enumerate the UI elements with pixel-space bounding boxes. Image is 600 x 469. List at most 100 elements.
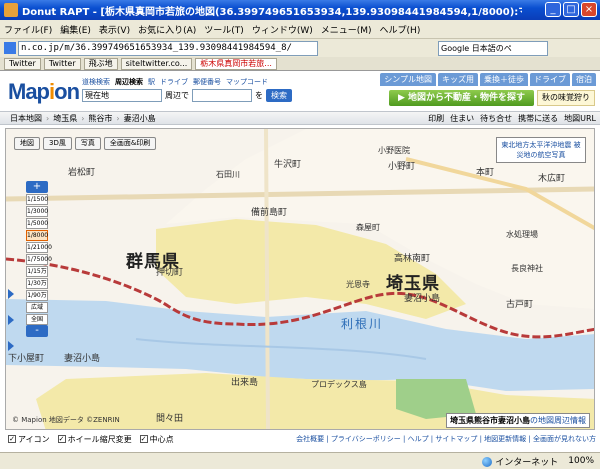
zoom-level[interactable]: 1/90万	[26, 290, 48, 301]
road-vertical	[264, 129, 270, 429]
menu-bar: ファイル(F) 編集(E) 表示(V) お気に入り(A) ツール(T) ウィンド…	[0, 20, 600, 39]
map-label-town: 出来島	[231, 378, 259, 388]
nav-tab-hotel[interactable]: 宿泊	[572, 73, 596, 86]
globe-icon	[482, 457, 493, 467]
wheel-scale-checkbox[interactable]: ✓ ホイール縮尺変更	[57, 434, 132, 445]
housing-link[interactable]: 住まい	[450, 113, 474, 124]
minimize-button[interactable]: _	[545, 2, 561, 17]
map-label-town: 備前島町	[251, 208, 288, 218]
status-bar: インターネット 100%	[0, 452, 600, 469]
web-page: Mapion 道検検索 周辺検索 駅 ドライブ 郵便番号 マップコード 現在地 …	[0, 70, 600, 452]
breadcrumb-item[interactable]: 日本地図	[10, 113, 42, 124]
search-button[interactable]: 検索	[266, 89, 292, 102]
zoom-level[interactable]: 1/15万	[26, 266, 48, 277]
pan-arrows	[8, 289, 14, 351]
map-address-box: 埼玉県熊谷市妻沼小島の地図周辺情報	[446, 413, 590, 428]
meetup-link[interactable]: 待ち合せ	[480, 113, 512, 124]
menu-help[interactable]: ヘルプ(H)	[380, 23, 421, 36]
zoom-level[interactable]: 全国	[26, 314, 48, 325]
browser-tab[interactable]: Twitter	[43, 57, 81, 70]
check-icon: ✓	[57, 435, 66, 443]
map-label-facility: プロデックス島	[311, 380, 367, 389]
search-tab-active[interactable]: 周辺検索	[115, 77, 143, 87]
zoom-level[interactable]: 1/21000	[26, 242, 52, 253]
autumn-promo-banner[interactable]: 秋の味覚狩り	[537, 90, 595, 106]
map-label-town: 妻沼小島	[404, 294, 441, 304]
search-tab[interactable]: 道検検索	[82, 77, 110, 87]
zoom-out-button[interactable]: -	[26, 325, 48, 337]
check-icon: ✓	[139, 435, 148, 443]
zoom-level[interactable]: 広域	[26, 302, 48, 313]
title-bar: Donut RAPT - [栃木県真岡市若旅の地図(36.39974965165…	[0, 0, 600, 20]
menu-view[interactable]: 表示(V)	[99, 23, 130, 36]
menu-menu[interactable]: メニュー(M)	[321, 23, 372, 36]
map-mode-button[interactable]: 地図	[14, 137, 40, 150]
search-row: 現在地 周辺で を 検索	[82, 89, 292, 102]
url-input[interactable]: n.co.jp/m/36.399749651653934_139.9309844…	[18, 40, 318, 56]
icon-checkbox[interactable]: ✓ アイコン	[8, 434, 50, 445]
search-tab[interactable]: マップコード	[226, 77, 268, 87]
zoom-in-button[interactable]: +	[26, 181, 48, 193]
map-url-link[interactable]: 地図URL	[564, 113, 596, 124]
google-search-input[interactable]: Google 日本語のペ	[438, 40, 548, 56]
3d-mode-button[interactable]: 3D風	[43, 137, 72, 150]
nav-tab-drive[interactable]: ドライブ	[530, 73, 570, 86]
close-button[interactable]: ×	[581, 2, 597, 17]
mapion-logo[interactable]: Mapion	[8, 79, 80, 105]
browser-tab[interactable]: siteltwitter.co...	[120, 57, 193, 70]
search-tab[interactable]: ドライブ	[160, 77, 188, 87]
map-label-temple: 光恩寺	[346, 280, 370, 289]
zoom-level[interactable]: 1/5000	[26, 218, 48, 229]
logo-text-main: Map	[8, 79, 50, 104]
zoom-level[interactable]: 1/75000	[26, 254, 52, 265]
search-tab[interactable]: 郵便番号	[193, 77, 221, 87]
browser-tab[interactable]: Twitter	[4, 57, 41, 70]
browser-tab-active[interactable]: 栃木県真岡市若旅...	[195, 57, 277, 70]
zoom-level-status[interactable]: 100%	[568, 456, 594, 466]
window-title: Donut RAPT - [栃木県真岡市若旅の地図(36.39974965165…	[22, 6, 522, 18]
keyword-input[interactable]	[192, 89, 252, 102]
zoom-level[interactable]: 1/3000	[26, 206, 48, 217]
pan-arrow-icon[interactable]	[8, 341, 14, 351]
photo-mode-button[interactable]: 写真	[74, 137, 101, 150]
real-estate-promo-button[interactable]: ▶ 地図から不動産・物件を探す	[389, 90, 534, 106]
breadcrumb-item[interactable]: 埼玉県	[53, 113, 77, 124]
map-label-facility: 水処理場	[506, 230, 538, 239]
map-label-town: 岩松町	[68, 168, 96, 178]
search-tab[interactable]: 駅	[148, 77, 155, 87]
earthquake-notice-link[interactable]: 東北地方太平洋沖地震 被災地の航空写真	[496, 137, 586, 163]
menu-tools[interactable]: ツール(T)	[204, 23, 244, 36]
check-icon: ✓	[8, 435, 16, 443]
wo-label: を	[255, 91, 263, 100]
send-to-mobile-link[interactable]: 携帯に送る	[518, 113, 558, 124]
print-link[interactable]: 印刷	[428, 113, 444, 124]
page-icon	[4, 42, 16, 54]
menu-file[interactable]: ファイル(F)	[4, 23, 52, 36]
nav-tab-kids[interactable]: キッズ用	[438, 73, 478, 86]
pan-arrow-icon[interactable]	[8, 289, 14, 299]
zoom-level-selected[interactable]: 1/8000	[26, 230, 48, 241]
menu-window[interactable]: ウィンドウ(W)	[252, 23, 313, 36]
map-label-town: 本町	[476, 168, 495, 178]
center-point-checkbox[interactable]: ✓ 中心点	[139, 434, 174, 445]
breadcrumb-item[interactable]: 熊谷市	[88, 113, 112, 124]
browser-tab[interactable]: 飛ぶ地	[83, 57, 118, 70]
checkbox-label: 中心点	[149, 434, 174, 444]
zoom-level[interactable]: 1/1500	[26, 194, 48, 205]
map-label-shrine: 長良神社	[511, 264, 543, 273]
map-label-river: 石田川	[216, 170, 240, 179]
map-address-link[interactable]: の地図周辺情報	[530, 416, 586, 425]
map-label-town: 押切町	[156, 268, 184, 278]
footer-links[interactable]: 会社概要 | プライバシーポリシー | ヘルプ | サイトマップ | 地図更新情…	[296, 434, 596, 444]
menu-favorites[interactable]: お気に入り(A)	[138, 23, 196, 36]
fullscreen-print-button[interactable]: 全画面&印刷	[103, 137, 157, 150]
menu-edit[interactable]: 編集(E)	[60, 23, 91, 36]
nav-tab-simple[interactable]: シンプル地図	[380, 73, 436, 86]
map-canvas[interactable]: 地図 3D風 写真 全画面&印刷 + 1/1500 1/3000 1/5000 …	[5, 128, 595, 430]
zoom-level[interactable]: 1/30万	[26, 278, 48, 289]
address-bar: n.co.jp/m/36.399749651653934_139.9309844…	[0, 39, 600, 57]
maximize-button[interactable]: □	[563, 2, 579, 17]
location-input[interactable]: 現在地	[82, 89, 162, 102]
nav-tab-transit[interactable]: 乗換＋徒歩	[480, 73, 528, 86]
pan-arrow-icon[interactable]	[8, 315, 14, 325]
